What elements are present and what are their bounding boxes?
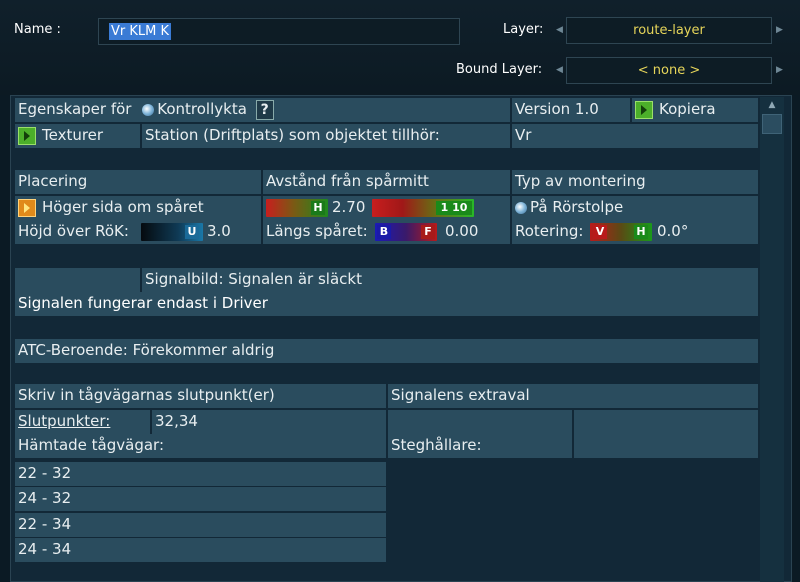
- atc-label: ATC-Beroende: Förekommer aldrig: [15, 339, 758, 363]
- langs-value: 0.00: [445, 222, 479, 240]
- rotering-value: 0.0°: [657, 222, 689, 240]
- scroll-thumb[interactable]: [762, 114, 782, 134]
- slutpunkter-input[interactable]: 32,34: [152, 410, 386, 434]
- kontrollykta-radio-icon[interactable]: [142, 103, 155, 116]
- extraval-field-2[interactable]: [574, 410, 758, 434]
- bound-layer-label: Bound Layer:: [456, 62, 543, 77]
- hoger-label: Höger sida om spåret: [42, 198, 204, 216]
- rot-v-label: V: [593, 225, 607, 239]
- placering-header: Placering: [15, 170, 261, 194]
- scroll-up-arrow-icon[interactable]: ▲: [760, 97, 784, 113]
- layer-selector[interactable]: route-layer: [566, 17, 772, 44]
- montering-value: På Rörstolpe: [530, 198, 624, 216]
- play-icon: [18, 126, 36, 145]
- langs-f-label: F: [421, 225, 435, 239]
- arrow-right-icon: [18, 198, 36, 217]
- avstand2-value: 1 10: [436, 201, 472, 215]
- hojd-slider[interactable]: U: [141, 223, 203, 241]
- bound-layer-next-arrow-icon[interactable]: ▶: [776, 57, 783, 84]
- langs-label: Längs spåret:: [266, 222, 368, 240]
- kopiera-button[interactable]: Kopiera: [632, 98, 758, 122]
- name-value: Vr KLM K: [109, 23, 172, 40]
- hojd-label: Höjd över RöK:: [18, 222, 129, 240]
- list-item[interactable]: 22 - 32: [15, 462, 386, 486]
- signalbild-label: Signalbild: Signalen är släckt: [142, 268, 758, 292]
- langs-row: Längs spåret: B F 0.00: [263, 220, 510, 244]
- bound-layer-prev-arrow-icon[interactable]: ◀: [556, 57, 563, 84]
- egenskaper-label: Egenskaper för: [18, 100, 132, 118]
- list-item[interactable]: 24 - 34: [15, 538, 386, 562]
- bound-layer-selector[interactable]: < none >: [566, 57, 772, 84]
- kopiera-label: Kopiera: [659, 100, 716, 118]
- avstand-slider[interactable]: H: [266, 199, 328, 217]
- name-input[interactable]: Vr KLM K: [98, 18, 460, 45]
- rotering-row: Rotering: V H 0.0°: [512, 220, 758, 244]
- scrollbar[interactable]: [760, 97, 784, 582]
- name-label: Name :: [14, 22, 61, 37]
- layer-prev-arrow-icon[interactable]: ◀: [556, 17, 563, 44]
- langs-slider[interactable]: B F: [375, 223, 437, 241]
- driver-note: Signalen fungerar endast i Driver: [15, 292, 758, 316]
- avstand2-slider[interactable]: 1 10: [372, 199, 474, 217]
- skriv-header: Skriv in tågvägarnas slutpunkt(er): [15, 384, 386, 408]
- signalbild-blank-cell: [15, 268, 140, 292]
- steghallare-label: Steghållare:: [388, 434, 572, 458]
- avstand-slider-label: H: [311, 201, 325, 215]
- montering-radio-icon[interactable]: [515, 201, 527, 214]
- texturer-label: Texturer: [42, 126, 104, 144]
- langs-b-label: B: [377, 225, 391, 239]
- egenskaper-row: Egenskaper för Kontrollykta ?: [15, 98, 510, 122]
- list-item[interactable]: 24 - 32: [15, 487, 386, 511]
- texturer-button[interactable]: Texturer: [15, 124, 140, 148]
- list-item[interactable]: 22 - 34: [15, 513, 386, 537]
- avstand-value: 2.70: [332, 198, 366, 216]
- hamtade-label: Hämtade tågvägar:: [15, 434, 386, 458]
- steghallare-field[interactable]: [574, 434, 758, 458]
- hojd-row: Höjd över RöK: U 3.0: [15, 220, 261, 244]
- play-icon: [635, 100, 653, 119]
- rotering-slider[interactable]: V H: [590, 223, 652, 241]
- layer-next-arrow-icon[interactable]: ▶: [776, 17, 783, 44]
- station-label: Station (Driftplats) som objektet tillhö…: [142, 124, 510, 148]
- rotering-label: Rotering:: [515, 222, 584, 240]
- slutpunkter-link[interactable]: Slutpunkter:: [18, 412, 110, 430]
- extraval-header: Signalens extraval: [388, 384, 758, 408]
- help-icon[interactable]: ?: [255, 99, 274, 120]
- hojd-slider-label: U: [185, 225, 199, 239]
- station-value[interactable]: Vr: [512, 124, 758, 148]
- montering-row[interactable]: På Rörstolpe: [512, 196, 758, 220]
- kontrollykta-label: Kontrollykta: [157, 100, 247, 118]
- extraval-field-1[interactable]: [388, 410, 572, 434]
- hojd-value: 3.0: [207, 222, 231, 240]
- slutpunkter-label[interactable]: Slutpunkter:: [15, 410, 150, 434]
- montering-header: Typ av montering: [512, 170, 758, 194]
- hoger-sida-button[interactable]: Höger sida om spåret: [15, 196, 261, 220]
- avstand-header: Avstånd från spårmitt: [263, 170, 510, 194]
- version-label: Version 1.0: [512, 98, 630, 122]
- avstand-row: H 2.70 1 10: [263, 196, 510, 220]
- layer-label: Layer:: [503, 22, 544, 37]
- rot-h-label: H: [634, 225, 648, 239]
